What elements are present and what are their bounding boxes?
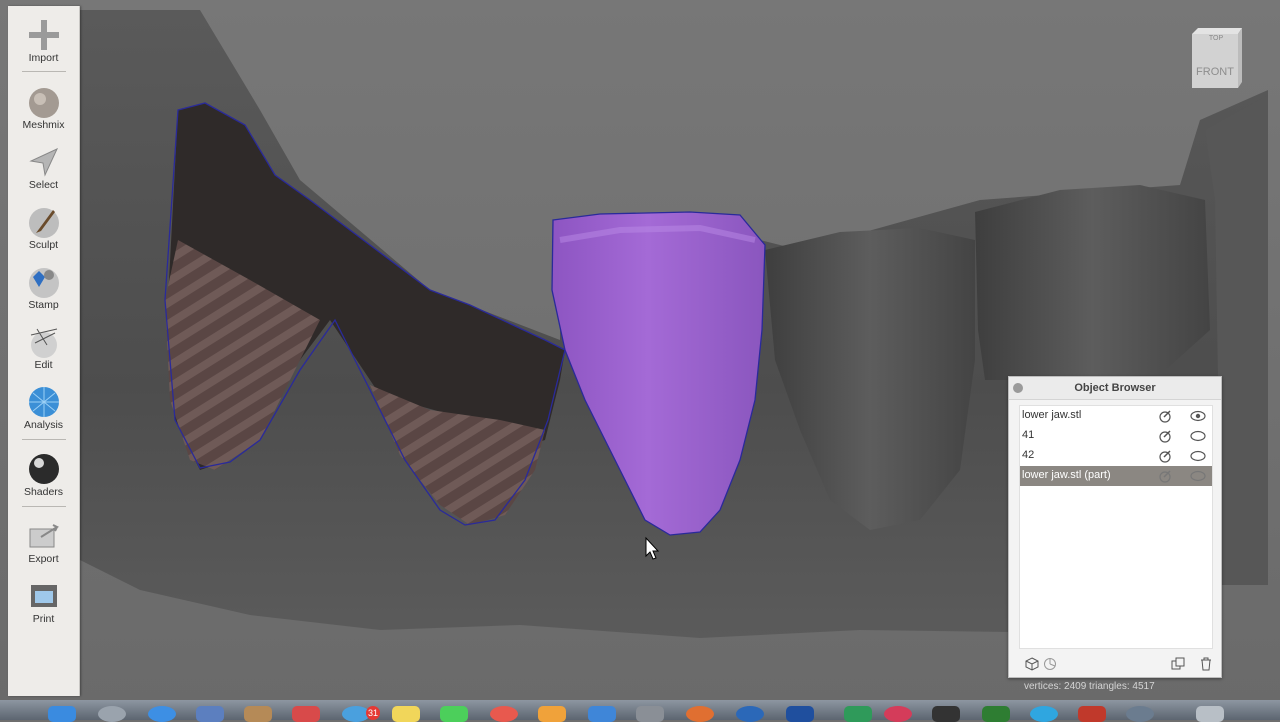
object-browser-panel: Object Browser lower jaw.stl 41 42 lower… xyxy=(1008,376,1222,678)
print-button[interactable]: Print xyxy=(8,573,79,629)
action-pencil-icon[interactable] xyxy=(1158,409,1172,423)
molar-2 xyxy=(975,185,1210,380)
analysis-label: Analysis xyxy=(23,419,64,431)
analysis-globe-icon xyxy=(28,387,59,417)
analysis-button[interactable]: Analysis xyxy=(8,379,79,435)
edit-label: Edit xyxy=(34,359,53,371)
object-list: lower jaw.stl 41 42 lower jaw.stl (part) xyxy=(1019,405,1213,649)
object-name: lower jaw.stl (part) xyxy=(1022,469,1111,481)
object-name: lower jaw.stl xyxy=(1022,409,1082,421)
viewcube-front-label: FRONT xyxy=(1196,66,1234,78)
print-label: Print xyxy=(32,613,55,625)
pie-icon[interactable] xyxy=(1043,657,1057,671)
sculpt-button[interactable]: Sculpt xyxy=(8,199,79,255)
sculpt-label: Sculpt xyxy=(28,239,59,251)
shaders-button[interactable]: Shaders xyxy=(8,446,79,502)
shaders-label: Shaders xyxy=(23,486,64,498)
close-icon[interactable] xyxy=(1013,383,1023,393)
toolbar-divider xyxy=(22,506,66,507)
action-pencil-icon[interactable] xyxy=(1158,449,1172,463)
edit-mesh-icon xyxy=(30,328,57,358)
meshmix-label: Meshmix xyxy=(22,119,65,131)
object-browser-footer xyxy=(1019,655,1211,673)
trash-icon[interactable] xyxy=(1199,657,1213,671)
stamp-button[interactable]: Stamp xyxy=(8,259,79,315)
mesh-stats-status: vertices: 2409 triangles: 4517 xyxy=(1024,681,1155,692)
cube-icon[interactable] xyxy=(1025,657,1039,671)
view-cube[interactable]: TOP FRONT xyxy=(1188,26,1242,90)
duplicate-icon[interactable] xyxy=(1171,657,1185,671)
select-label: Select xyxy=(28,179,59,191)
object-row[interactable]: lower jaw.stl xyxy=(1020,406,1212,426)
object-browser-title: Object Browser xyxy=(1074,382,1156,394)
object-row[interactable]: 41 xyxy=(1020,426,1212,446)
arrow-cursor-icon xyxy=(28,147,58,177)
import-label: Import xyxy=(28,52,59,64)
toolbar-divider xyxy=(22,439,66,440)
export-button[interactable]: Export xyxy=(8,513,79,569)
object-name: 41 xyxy=(1022,429,1035,441)
sphere-shader-icon xyxy=(28,454,59,484)
meshmix-button[interactable]: Meshmix xyxy=(8,79,79,135)
stamp-label: Stamp xyxy=(28,299,59,311)
calendar-badge: 31 xyxy=(366,706,380,720)
visibility-eye-icon[interactable] xyxy=(1190,410,1206,422)
object-browser-titlebar[interactable]: Object Browser xyxy=(1009,377,1221,400)
export-icon xyxy=(29,524,59,548)
object-row[interactable]: 42 xyxy=(1020,446,1212,466)
object-name: 42 xyxy=(1022,449,1035,461)
select-button[interactable]: Select xyxy=(8,139,79,195)
export-label: Export xyxy=(28,553,59,565)
stamp-icon xyxy=(28,268,59,298)
visibility-eye-closed-icon[interactable] xyxy=(1190,450,1206,462)
main-toolbar: Import Meshmix Select Sculpt Stamp Edit … xyxy=(8,6,80,696)
meshmix-bunny-icon xyxy=(28,88,59,118)
viewcube-top-label: TOP xyxy=(1209,35,1224,42)
action-pencil-icon[interactable] xyxy=(1158,469,1172,483)
brush-icon xyxy=(28,208,59,238)
visibility-eye-closed-icon[interactable] xyxy=(1190,430,1206,442)
action-pencil-icon[interactable] xyxy=(1158,429,1172,443)
object-row-selected[interactable]: lower jaw.stl (part) xyxy=(1020,466,1212,486)
toolbar-divider xyxy=(22,71,66,72)
edit-button[interactable]: Edit xyxy=(8,319,79,375)
printer-icon xyxy=(30,585,57,607)
visibility-eye-closed-icon[interactable] xyxy=(1190,470,1206,482)
plus-icon xyxy=(28,20,59,50)
import-button[interactable]: Import xyxy=(8,12,79,68)
